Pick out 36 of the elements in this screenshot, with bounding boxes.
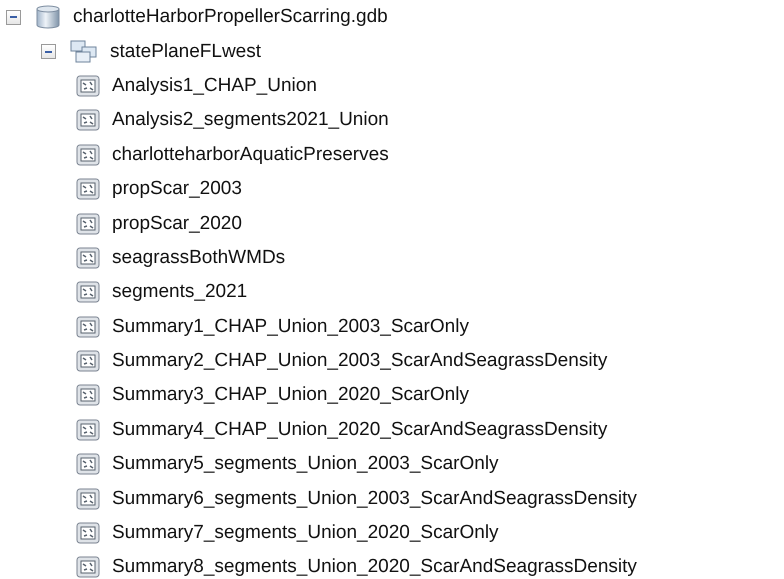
feature-class-icon	[76, 281, 100, 304]
feature-class-icon	[76, 384, 100, 406]
tree-item[interactable]: Summary5_segments_Union_2003_ScarOnly	[110, 453, 501, 476]
feature-class-icon	[76, 316, 100, 338]
feature-class-icon	[76, 74, 100, 97]
tree-item[interactable]: Analysis2_segments2021_Union	[110, 109, 391, 132]
tree-item[interactable]: charlotteHarborPropellerScarring.gdb	[71, 6, 390, 28]
tree-item[interactable]: Summary1_CHAP_Union_2003_ScarOnly	[110, 316, 471, 338]
feature-class-icon	[76, 418, 100, 441]
tree-item[interactable]: Summary7_segments_Union_2020_ScarOnly	[110, 522, 501, 544]
tree-item[interactable]: Summary4_CHAP_Union_2020_ScarAndSeagrassDensity	[110, 418, 610, 441]
feature-class-icon	[76, 212, 100, 235]
feature-class-icon	[76, 522, 100, 544]
tree-item[interactable]: Summary2_CHAP_Union_2003_ScarAndSeagrassDensity	[110, 350, 610, 372]
tree-item[interactable]: propScar_2003	[110, 178, 244, 200]
tree-item[interactable]: Summary3_CHAP_Union_2020_ScarOnly	[110, 384, 471, 406]
feature-class-icon	[76, 556, 100, 578]
tree-item[interactable]: charlotteharborAquaticPreserves	[110, 144, 391, 166]
feature-class-icon	[76, 178, 100, 200]
feature-class-icon	[76, 144, 100, 166]
tree-item[interactable]: Summary8_segments_Union_2020_ScarAndSeagrassDensity	[110, 556, 639, 578]
feature-class-icon	[76, 453, 100, 476]
tree-item[interactable]: statePlaneFLwest	[108, 40, 264, 63]
feature-class-icon	[76, 350, 100, 372]
collapse-icon[interactable]	[6, 10, 21, 25]
collapse-icon[interactable]	[41, 44, 56, 60]
dataset-icon	[70, 40, 98, 64]
tree-item[interactable]: Summary6_segments_Union_2003_ScarAndSeagrassDensity	[110, 488, 639, 510]
tree-item[interactable]: seagrassBothWMDs	[110, 246, 288, 269]
tree-item[interactable]: segments_2021	[110, 281, 250, 304]
tree-item[interactable]: propScar_2020	[110, 212, 244, 235]
feature-class-icon	[76, 109, 100, 132]
feature-class-icon	[76, 488, 100, 510]
feature-class-icon	[76, 246, 100, 269]
tree-item[interactable]: Analysis1_CHAP_Union	[110, 74, 319, 97]
database-icon	[35, 5, 61, 30]
